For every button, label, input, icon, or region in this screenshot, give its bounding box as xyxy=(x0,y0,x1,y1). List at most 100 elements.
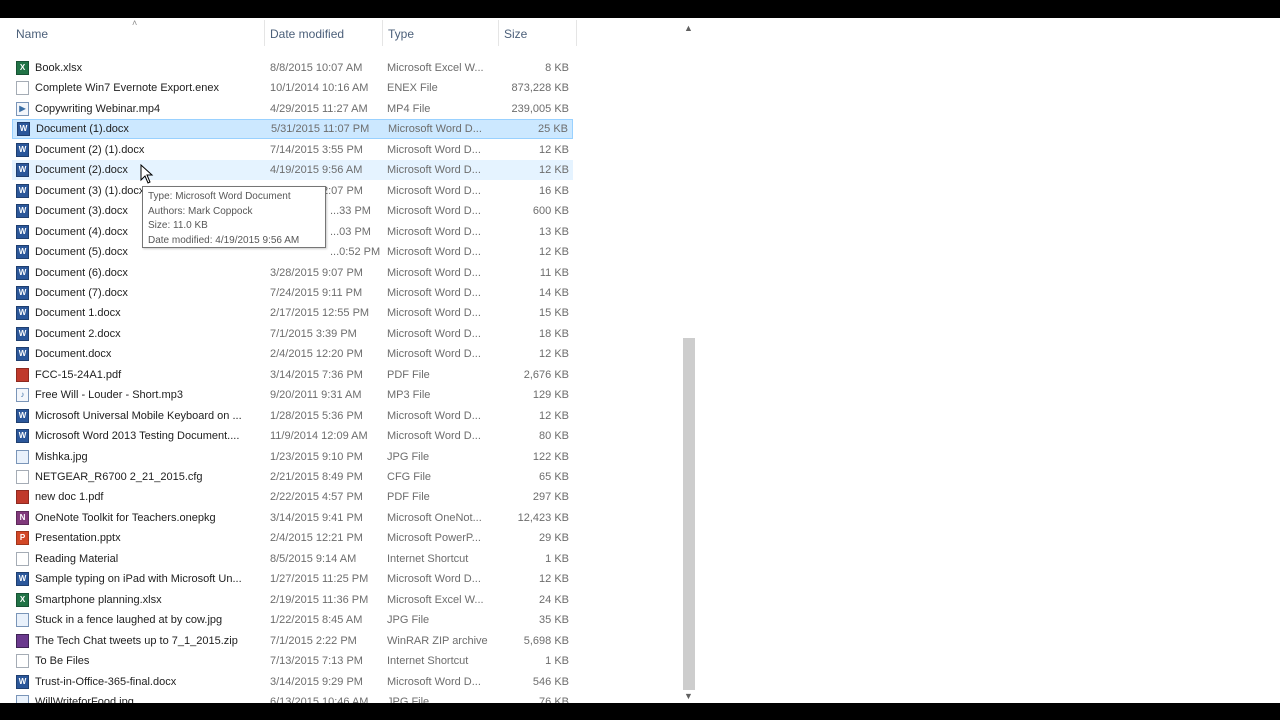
file-row[interactable]: To Be Files 7/13/2015 7:13 PM Internet Sho… xyxy=(12,651,573,671)
word-file-icon: W xyxy=(16,183,29,198)
file-type: MP3 File xyxy=(387,389,431,402)
file-type: Microsoft Excel W... xyxy=(387,62,484,74)
file-size: 8 KB xyxy=(545,62,569,74)
file-row[interactable]: W Document (2) (1).docx 7/14/2015 3:55 PM M… xyxy=(12,140,573,160)
word-file-icon: W xyxy=(16,572,29,587)
column-size-header[interactable]: Size xyxy=(504,27,527,41)
column-separator[interactable] xyxy=(264,20,265,46)
file-row[interactable]: W Microsoft Universal Mobile Keyboard on … xyxy=(12,406,573,426)
file-size: 1 KB xyxy=(545,552,569,565)
file-name: Microsoft Universal Mobile Keyboard on .… xyxy=(35,409,242,422)
file-name: To Be Files xyxy=(35,655,90,668)
file-row[interactable]: Stuck in a fence laughed at by cow.jpg 1/… xyxy=(12,610,573,630)
img-file-icon xyxy=(16,694,29,703)
file-row[interactable]: new doc 1.pdf 2/22/2015 4:57 PM PDF File 29… xyxy=(12,487,573,507)
file-date: 1/22/2015 8:45 AM xyxy=(270,614,363,627)
excel-file-icon: X xyxy=(16,592,29,607)
file-name: Stuck in a fence laughed at by cow.jpg xyxy=(35,614,223,627)
file-name: Document (2) (1).docx xyxy=(35,143,145,156)
column-name-header[interactable]: Name xyxy=(16,27,48,41)
scroll-thumb[interactable] xyxy=(683,338,695,690)
file-size: 1 KB xyxy=(545,655,569,668)
ppt-file-icon: P xyxy=(16,531,29,546)
file-row[interactable]: FCC-15-24A1.pdf 3/14/2015 7:36 PM PDF File… xyxy=(12,365,573,385)
column-separator[interactable] xyxy=(382,20,383,46)
file-row[interactable]: ♪ Free Will - Louder - Short.mp3 9/20/2011… xyxy=(12,385,573,405)
file-row[interactable]: W Document.docx 2/4/2015 12:20 PM Microsoft… xyxy=(12,344,573,364)
file-row[interactable]: NETGEAR_R6700 2_21_2015.cfg 2/21/2015 8:4… xyxy=(12,467,573,487)
excel-file-icon: X xyxy=(16,61,29,75)
file-row[interactable]: X Book.xlsx 8/8/2015 10:07 AM Microsoft Exc… xyxy=(12,58,573,78)
file-date: 2/22/2015 4:57 PM xyxy=(270,491,363,504)
file-type: JPG File xyxy=(387,695,430,703)
file-row[interactable]: W Document (1).docx 5/31/2015 11:07 PM Micr… xyxy=(12,119,573,140)
file-size: 12 KB xyxy=(539,348,569,361)
file-type: Microsoft Word D... xyxy=(387,675,481,688)
file-row[interactable]: The Tech Chat tweets up to 7_1_2015.zip 7… xyxy=(12,631,573,651)
word-file-icon: W xyxy=(16,306,29,321)
file-size: 25 KB xyxy=(538,123,568,136)
word-file-icon: W xyxy=(16,224,29,239)
sort-up-icon[interactable]: ˄ xyxy=(132,18,137,28)
file-name: Free Will - Louder - Short.mp3 xyxy=(35,389,183,402)
file-row[interactable]: W Document (6).docx 3/28/2015 9:07 PM Micro… xyxy=(12,263,573,283)
column-type-header[interactable]: Type xyxy=(388,27,414,41)
file-name: Copywriting Webinar.mp4 xyxy=(35,102,161,115)
file-size: 12 KB xyxy=(539,573,569,586)
word-file-icon: W xyxy=(16,204,29,219)
file-size: 14 KB xyxy=(539,286,569,299)
file-row[interactable]: W Document 2.docx 7/1/2015 3:39 PM Microsof… xyxy=(12,324,573,344)
word-file-icon: W xyxy=(17,122,30,137)
file-size: 297 KB xyxy=(532,491,569,504)
file-date: 1/28/2015 5:36 PM xyxy=(270,409,363,422)
column-date-header[interactable]: Date modified xyxy=(270,27,344,41)
file-size: 18 KB xyxy=(539,327,569,340)
file-row[interactable]: W Document (2).docx 4/19/2015 9:56 AM Micro… xyxy=(12,160,573,181)
file-size: 12 KB xyxy=(539,164,569,177)
file-date: 7/24/2015 9:11 PM xyxy=(270,286,363,299)
tooltip-size: Size: 11.0 KB xyxy=(148,220,208,231)
file-name: FCC-15-24A1.pdf xyxy=(35,368,122,381)
file-row[interactable]: W Microsoft Word 2013 Testing Document...… xyxy=(12,426,573,446)
file-row[interactable]: Mishka.jpg 1/23/2015 9:10 PM JPG File 122 K… xyxy=(12,447,573,467)
file-size: 546 KB xyxy=(532,675,569,688)
word-file-icon: W xyxy=(16,429,29,444)
file-row[interactable]: W Document (7).docx 7/24/2015 9:11 PM Micro… xyxy=(12,283,573,303)
zip-file-icon xyxy=(16,633,29,648)
vertical-scrollbar[interactable]: ▲ ▼ xyxy=(681,18,697,703)
file-row[interactable]: Reading Material 8/5/2015 9:14 AM Internet… xyxy=(12,549,573,569)
file-row[interactable]: W Document 1.docx 2/17/2015 12:55 PM Micros… xyxy=(12,303,573,323)
word-file-icon: W xyxy=(16,285,29,300)
file-name: Sample typing on iPad with Microsoft Un.… xyxy=(35,573,242,586)
file-row[interactable]: P Presentation.pptx 2/4/2015 12:21 PM Micro… xyxy=(12,528,573,548)
file-row[interactable]: X Smartphone planning.xlsx 2/19/2015 11:36… xyxy=(12,590,573,610)
blank-file-icon xyxy=(16,654,29,669)
file-name: Presentation.pptx xyxy=(35,532,121,545)
file-date: 6/13/2015 10:46 AM xyxy=(270,695,369,703)
file-row[interactable]: W Trust-in-Office-365-final.docx 3/14/2015… xyxy=(12,672,573,692)
file-date: 8/8/2015 10:07 AM xyxy=(270,62,363,74)
column-separator[interactable] xyxy=(576,20,577,46)
file-row[interactable]: ▶ Copywriting Webinar.mp4 4/29/2015 11:27 … xyxy=(12,99,573,119)
word-file-icon: W xyxy=(16,245,29,260)
img-file-icon xyxy=(16,449,29,464)
file-type: Microsoft Word D... xyxy=(387,409,481,422)
column-separator[interactable] xyxy=(498,20,499,46)
file-type: Microsoft OneNot... xyxy=(387,511,482,524)
word-file-icon: W xyxy=(16,347,29,362)
file-size: 2,676 KB xyxy=(523,368,569,381)
file-date: 4/29/2015 11:27 AM xyxy=(270,102,368,115)
file-name: OneNote Toolkit for Teachers.onepkg xyxy=(35,511,216,524)
file-row[interactable]: N OneNote Toolkit for Teachers.onepkg 3/14… xyxy=(12,508,573,528)
file-name: Smartphone planning.xlsx xyxy=(35,593,162,606)
mp3-file-icon: ♪ xyxy=(16,388,29,403)
file-row[interactable]: Complete Win7 Evernote Export.enex 10/1/2… xyxy=(12,78,573,98)
file-row[interactable]: WillWriteforFood.jpg 6/13/2015 10:46 AM JP… xyxy=(12,692,573,703)
file-date: 7/14/2015 3:55 PM xyxy=(270,143,363,156)
scroll-down-arrow-icon[interactable]: ▼ xyxy=(684,691,693,701)
scroll-up-arrow-icon[interactable]: ▲ xyxy=(684,23,693,33)
file-row[interactable]: W Sample typing on iPad with Microsoft Un… xyxy=(12,569,573,589)
file-date: 7/13/2015 7:13 PM xyxy=(270,655,363,668)
file-name: Document (6).docx xyxy=(35,266,128,279)
file-type: ENEX File xyxy=(387,82,438,95)
